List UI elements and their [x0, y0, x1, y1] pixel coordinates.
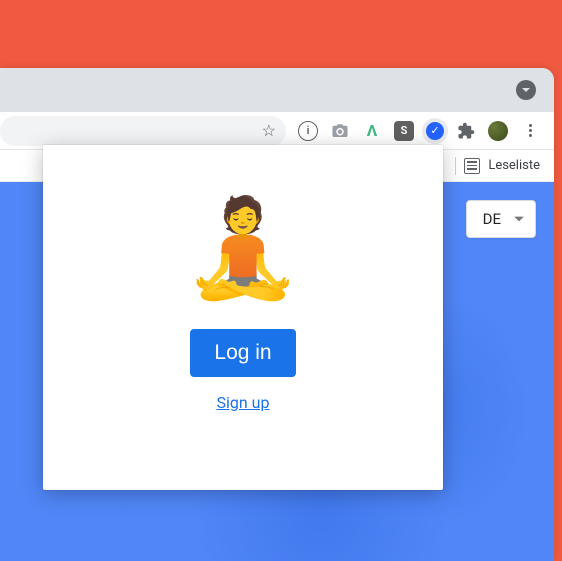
bookmark-star-icon[interactable]: ☆: [262, 121, 276, 140]
chevron-down-icon: [521, 85, 531, 95]
extensions-menu-icon[interactable]: [456, 121, 476, 141]
language-selector[interactable]: DE: [466, 200, 536, 238]
extension-s-icon[interactable]: S: [394, 121, 414, 141]
extension-icons: i V S ✓: [294, 121, 544, 141]
tab-strip: [0, 68, 554, 112]
signup-link[interactable]: Sign up: [217, 393, 270, 412]
login-button[interactable]: Log in: [190, 329, 295, 377]
browser-menu-icon[interactable]: [520, 121, 540, 141]
chevron-down-icon: [513, 213, 525, 225]
extension-check-icon[interactable]: ✓: [426, 122, 444, 140]
camera-icon[interactable]: [330, 121, 350, 141]
tabs-dropdown-button[interactable]: [516, 80, 536, 100]
reading-list-button[interactable]: Leseliste: [488, 158, 540, 173]
profile-avatar[interactable]: [488, 121, 508, 141]
divider: [455, 157, 456, 175]
language-value: DE: [483, 210, 501, 228]
extension-popup: 🧘 Log in Sign up: [43, 145, 443, 490]
vue-devtools-icon[interactable]: V: [362, 121, 382, 141]
meditation-emoji: 🧘: [183, 201, 303, 297]
reading-list-icon: [464, 158, 480, 174]
address-bar[interactable]: ☆: [0, 116, 286, 146]
info-icon[interactable]: i: [298, 121, 318, 141]
